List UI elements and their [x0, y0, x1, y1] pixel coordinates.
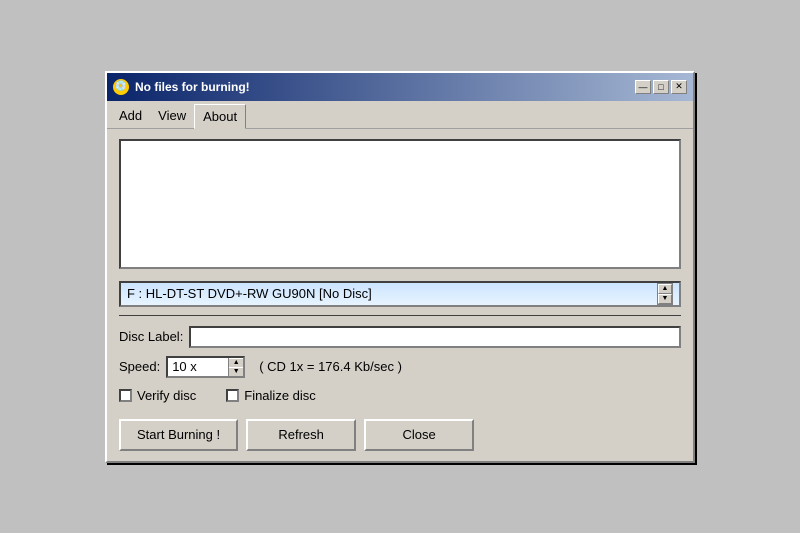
disc-label-input[interactable] — [189, 326, 681, 348]
close-button[interactable]: Close — [364, 419, 474, 451]
close-window-button[interactable]: ✕ — [671, 80, 687, 94]
speed-note: ( CD 1x = 176.4 Kb/sec ) — [259, 359, 402, 374]
finalize-disc-label: Finalize disc — [244, 388, 316, 403]
drive-spinner-down[interactable]: ▼ — [658, 294, 672, 304]
menu-item-about[interactable]: About — [194, 104, 246, 129]
minimize-button[interactable]: — — [635, 80, 651, 94]
speed-row: Speed: ▲ ▼ ( CD 1x = 176.4 Kb/sec ) — [119, 356, 681, 378]
title-bar-buttons: — □ ✕ — [635, 80, 687, 94]
drive-select[interactable]: F : HL-DT-ST DVD+-RW GU90N [No Disc] ▲ ▼ — [119, 281, 681, 307]
start-burning-button[interactable]: Start Burning ! — [119, 419, 238, 451]
speed-spinner-down[interactable]: ▼ — [229, 367, 243, 376]
drive-select-row: F : HL-DT-ST DVD+-RW GU90N [No Disc] ▲ ▼ — [119, 281, 681, 307]
drive-spinner-up[interactable]: ▲ — [658, 284, 672, 294]
verify-disc-label: Verify disc — [137, 388, 196, 403]
finalize-disc-item: Finalize disc — [226, 388, 316, 403]
maximize-button[interactable]: □ — [653, 80, 669, 94]
verify-disc-checkbox[interactable] — [119, 389, 132, 402]
speed-input[interactable] — [168, 358, 228, 376]
title-bar: 💿 No files for burning! — □ ✕ — [107, 73, 693, 101]
disc-label-row: Disc Label: — [119, 326, 681, 348]
main-window: 💿 No files for burning! — □ ✕ Add View A… — [105, 71, 695, 463]
drive-spinner[interactable]: ▲ ▼ — [657, 283, 673, 305]
title-bar-left: 💿 No files for burning! — [113, 79, 250, 95]
menu-item-add[interactable]: Add — [111, 104, 150, 127]
menu-bar: Add View About — [107, 101, 693, 129]
drive-select-text: F : HL-DT-ST DVD+-RW GU90N [No Disc] — [127, 286, 372, 301]
buttons-row: Start Burning ! Refresh Close — [119, 415, 681, 451]
app-icon: 💿 — [113, 79, 129, 95]
speed-spinner-up[interactable]: ▲ — [229, 358, 243, 367]
menu-item-view[interactable]: View — [150, 104, 194, 127]
speed-label: Speed: — [119, 359, 160, 374]
separator — [119, 315, 681, 316]
content-area: F : HL-DT-ST DVD+-RW GU90N [No Disc] ▲ ▼… — [107, 129, 693, 461]
speed-spinner: ▲ ▼ — [228, 358, 243, 376]
files-list-area[interactable] — [119, 139, 681, 269]
verify-disc-item: Verify disc — [119, 388, 196, 403]
speed-input-wrap: ▲ ▼ — [166, 356, 245, 378]
finalize-disc-checkbox[interactable] — [226, 389, 239, 402]
refresh-button[interactable]: Refresh — [246, 419, 356, 451]
window-title: No files for burning! — [135, 80, 250, 94]
checkboxes-row: Verify disc Finalize disc — [119, 388, 681, 403]
disc-label-label: Disc Label: — [119, 329, 183, 344]
